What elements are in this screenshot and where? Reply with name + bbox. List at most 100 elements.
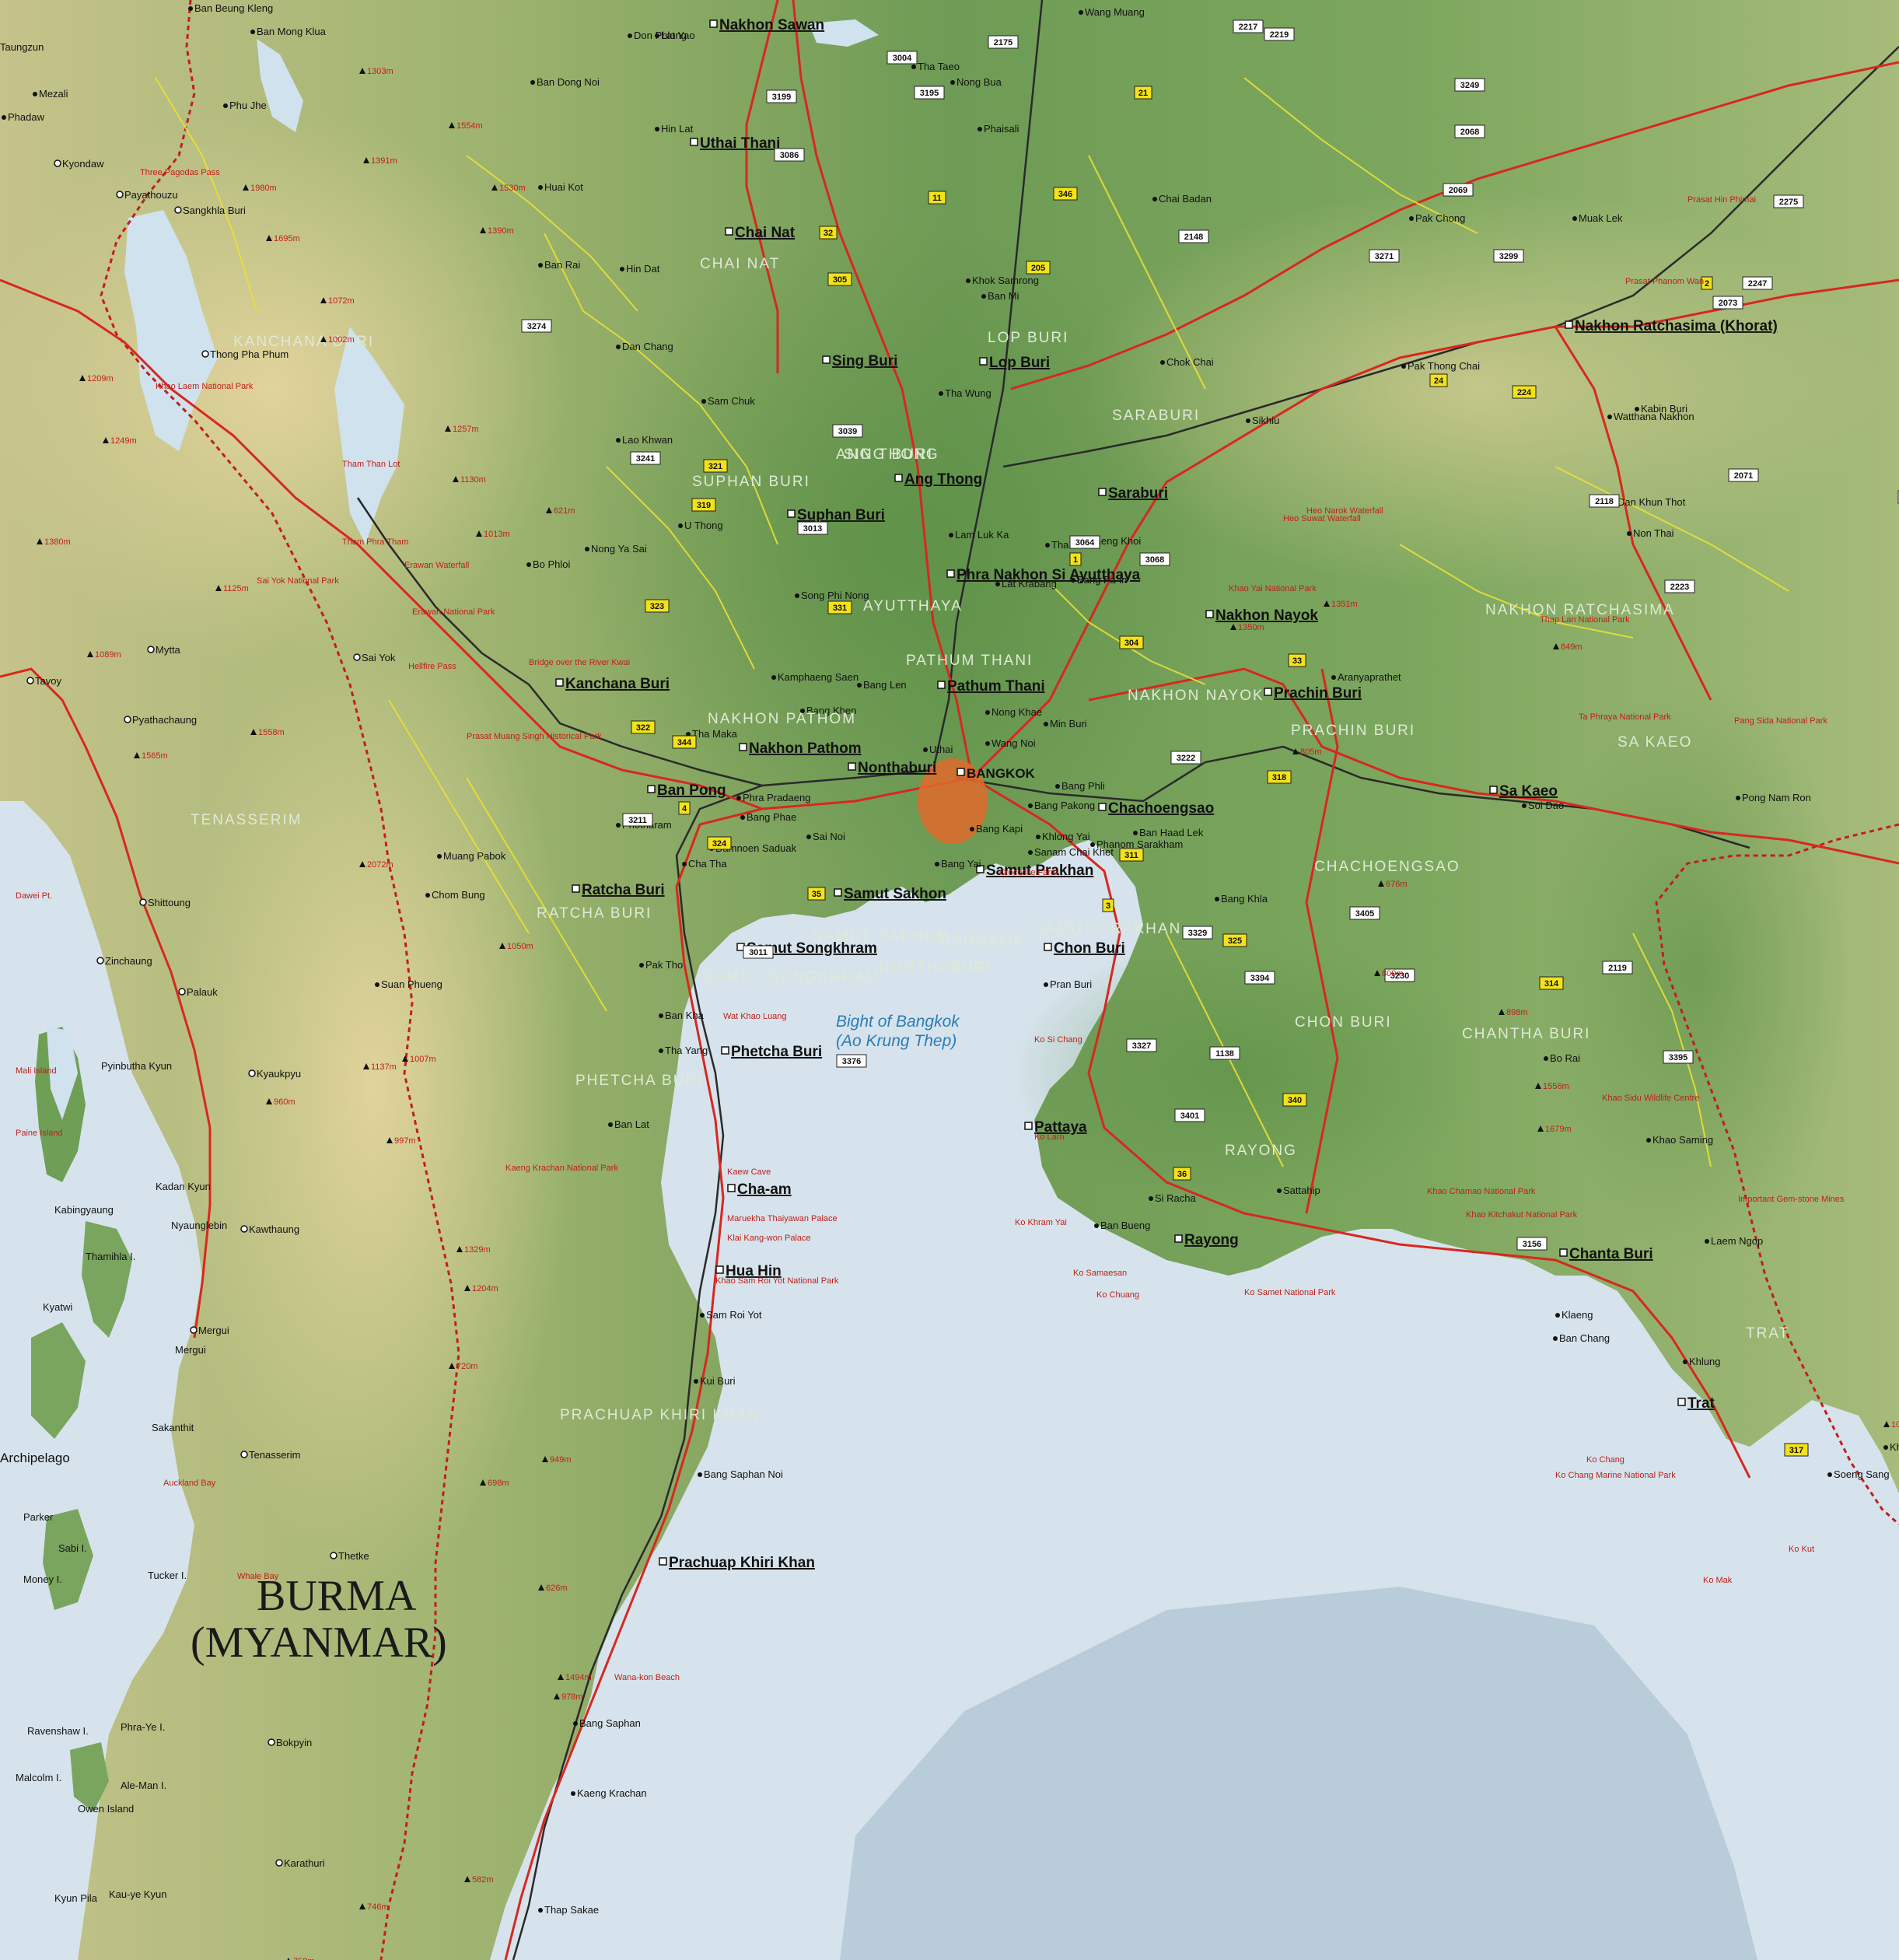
road-number: 2069 (1449, 186, 1467, 195)
road-shield: 3222 (1170, 751, 1201, 765)
burma-town-label: Tavoy (35, 675, 61, 687)
road-shield: 2073 (1712, 296, 1743, 310)
elevation-label: 1130m (460, 475, 486, 485)
town-dot (1401, 364, 1406, 369)
city-marker (946, 569, 955, 578)
poi-label: Erawan National Park (412, 607, 495, 617)
elevation-label: 1380m (44, 537, 71, 547)
bight-label-line2: (Ao Krung Thep) (836, 1032, 956, 1050)
road-number: 2 (1705, 279, 1709, 289)
burma-town-label: Kyaukpyu (257, 1068, 301, 1080)
burma-town-label: Mytta (156, 644, 181, 656)
town-label: Ban Beung Kleng (194, 2, 273, 14)
town-dot (1555, 1313, 1560, 1318)
island-label: Sakanthit (152, 1422, 194, 1433)
road-number: 317 (1789, 1446, 1803, 1455)
town-dot (995, 582, 1000, 586)
burma-town-label: Thong Pha Phum (210, 348, 289, 360)
town-dot (526, 562, 531, 567)
road-shield: 3241 (630, 451, 661, 465)
road-number: 36 (1177, 1170, 1187, 1179)
road-number: 3195 (920, 89, 939, 98)
town-dot (33, 92, 37, 96)
road-number: 3156 (1523, 1240, 1541, 1249)
town-dot (1705, 1239, 1709, 1244)
poi-label: Khao Chamao National Park (1427, 1187, 1536, 1196)
town-label: Taungzun (0, 41, 44, 53)
road-number: 304 (1124, 639, 1139, 648)
city-label: Ban Pong (657, 782, 726, 799)
elevation-label: 1204m (472, 1284, 498, 1293)
city-label: Nakhon Nayok (1215, 607, 1318, 624)
elevation-label: 1565m (142, 751, 168, 761)
road-shield: 2247 (1742, 276, 1773, 290)
road-number: 2118 (1595, 497, 1614, 506)
town-label: Non Thai (1633, 527, 1674, 539)
elevation-label: 898m (1506, 1008, 1528, 1017)
road-shield: 3013 (797, 521, 828, 535)
city-label: Prachin Buri (1274, 685, 1362, 702)
city-marker (709, 19, 718, 28)
road-shield: 3299 (1493, 249, 1524, 263)
town-label: Ban Lat (614, 1118, 649, 1130)
town-dot (923, 747, 928, 752)
road-number: 3327 (1132, 1041, 1151, 1051)
town-label: Si Racha (1155, 1192, 1197, 1204)
elevation-label: 720m (456, 1362, 478, 1371)
road-shield: 3064 (1069, 535, 1100, 549)
elevation-label: 1390m (488, 226, 514, 236)
region-label: SA KAEO (1617, 734, 1692, 751)
thailand-map[interactable]: BURMA (MYANMAR) Archipelago Bight of Ban… (0, 0, 1899, 1960)
city-label: Chachoengsao (1108, 800, 1214, 817)
town-label: Wang Muang (1085, 6, 1145, 18)
town-label: Don Phlong (634, 30, 687, 41)
island-label: Kadan Kyun (156, 1181, 211, 1192)
road-shield: 2068 (1454, 124, 1485, 138)
town-label: Chom Bung (432, 889, 485, 901)
poi-label: Ko Kut (1789, 1545, 1814, 1554)
island-label: Tucker I. (148, 1570, 187, 1581)
road-number: 311 (1124, 851, 1138, 860)
poi-label: Ko Si Chang (1034, 1035, 1082, 1045)
poi-label: Khao Sidu Wildlife Centre (1602, 1094, 1699, 1103)
region-label: SAMUT SONGKHRAM (704, 969, 880, 985)
city-label: Cha-am (737, 1181, 792, 1198)
road-shield: 3271 (1369, 249, 1400, 263)
town-dot (639, 963, 644, 968)
town-label: Bo Phloi (533, 558, 571, 570)
region-label: NAKHON NAYOK (1128, 688, 1264, 704)
region-label: CHAI NAT (700, 256, 780, 272)
road-number: 32 (824, 229, 833, 238)
town-dot (981, 294, 986, 299)
town-dot (188, 6, 193, 11)
burma-town-marker (248, 1069, 256, 1077)
road-shield: 304 (1119, 635, 1144, 649)
town-label: Phaisali (984, 123, 1019, 135)
poi-label: Sai Yok National Park (257, 576, 339, 586)
elevation-label: 1329m (464, 1245, 491, 1255)
poi-label: Heo Narok Waterfall (1306, 506, 1383, 516)
elevation-label: 1007m (410, 1055, 436, 1064)
elevation-label: 621m (554, 506, 575, 516)
road-number: 2247 (1748, 279, 1767, 289)
town-label: Bang Pakong (1034, 800, 1095, 811)
road-number: 3086 (780, 151, 799, 160)
city-marker (555, 678, 564, 687)
town-label: Tha Maka (692, 728, 738, 740)
burma-town-label: Pyathachaung (132, 714, 197, 726)
city-label: Ratcha Buri (582, 882, 665, 898)
city-label: Rayong (1184, 1232, 1239, 1248)
town-label: Tha Wung (945, 387, 991, 399)
town-dot (1149, 1196, 1153, 1201)
town-dot (694, 1379, 698, 1384)
city-label: Nakhon Pathom (749, 740, 862, 757)
road-shield: 35 (807, 887, 826, 901)
poi-label: Prasat Phanom Wan (1625, 277, 1704, 286)
country-label-line1: BURMA (257, 1572, 417, 1620)
town-dot (950, 80, 955, 85)
town-dot (538, 1908, 543, 1913)
town-dot (1409, 216, 1414, 221)
road-shield: 305 (827, 272, 852, 286)
region-label: RAYONG (1225, 1143, 1297, 1159)
road-number: 3271 (1375, 252, 1394, 261)
